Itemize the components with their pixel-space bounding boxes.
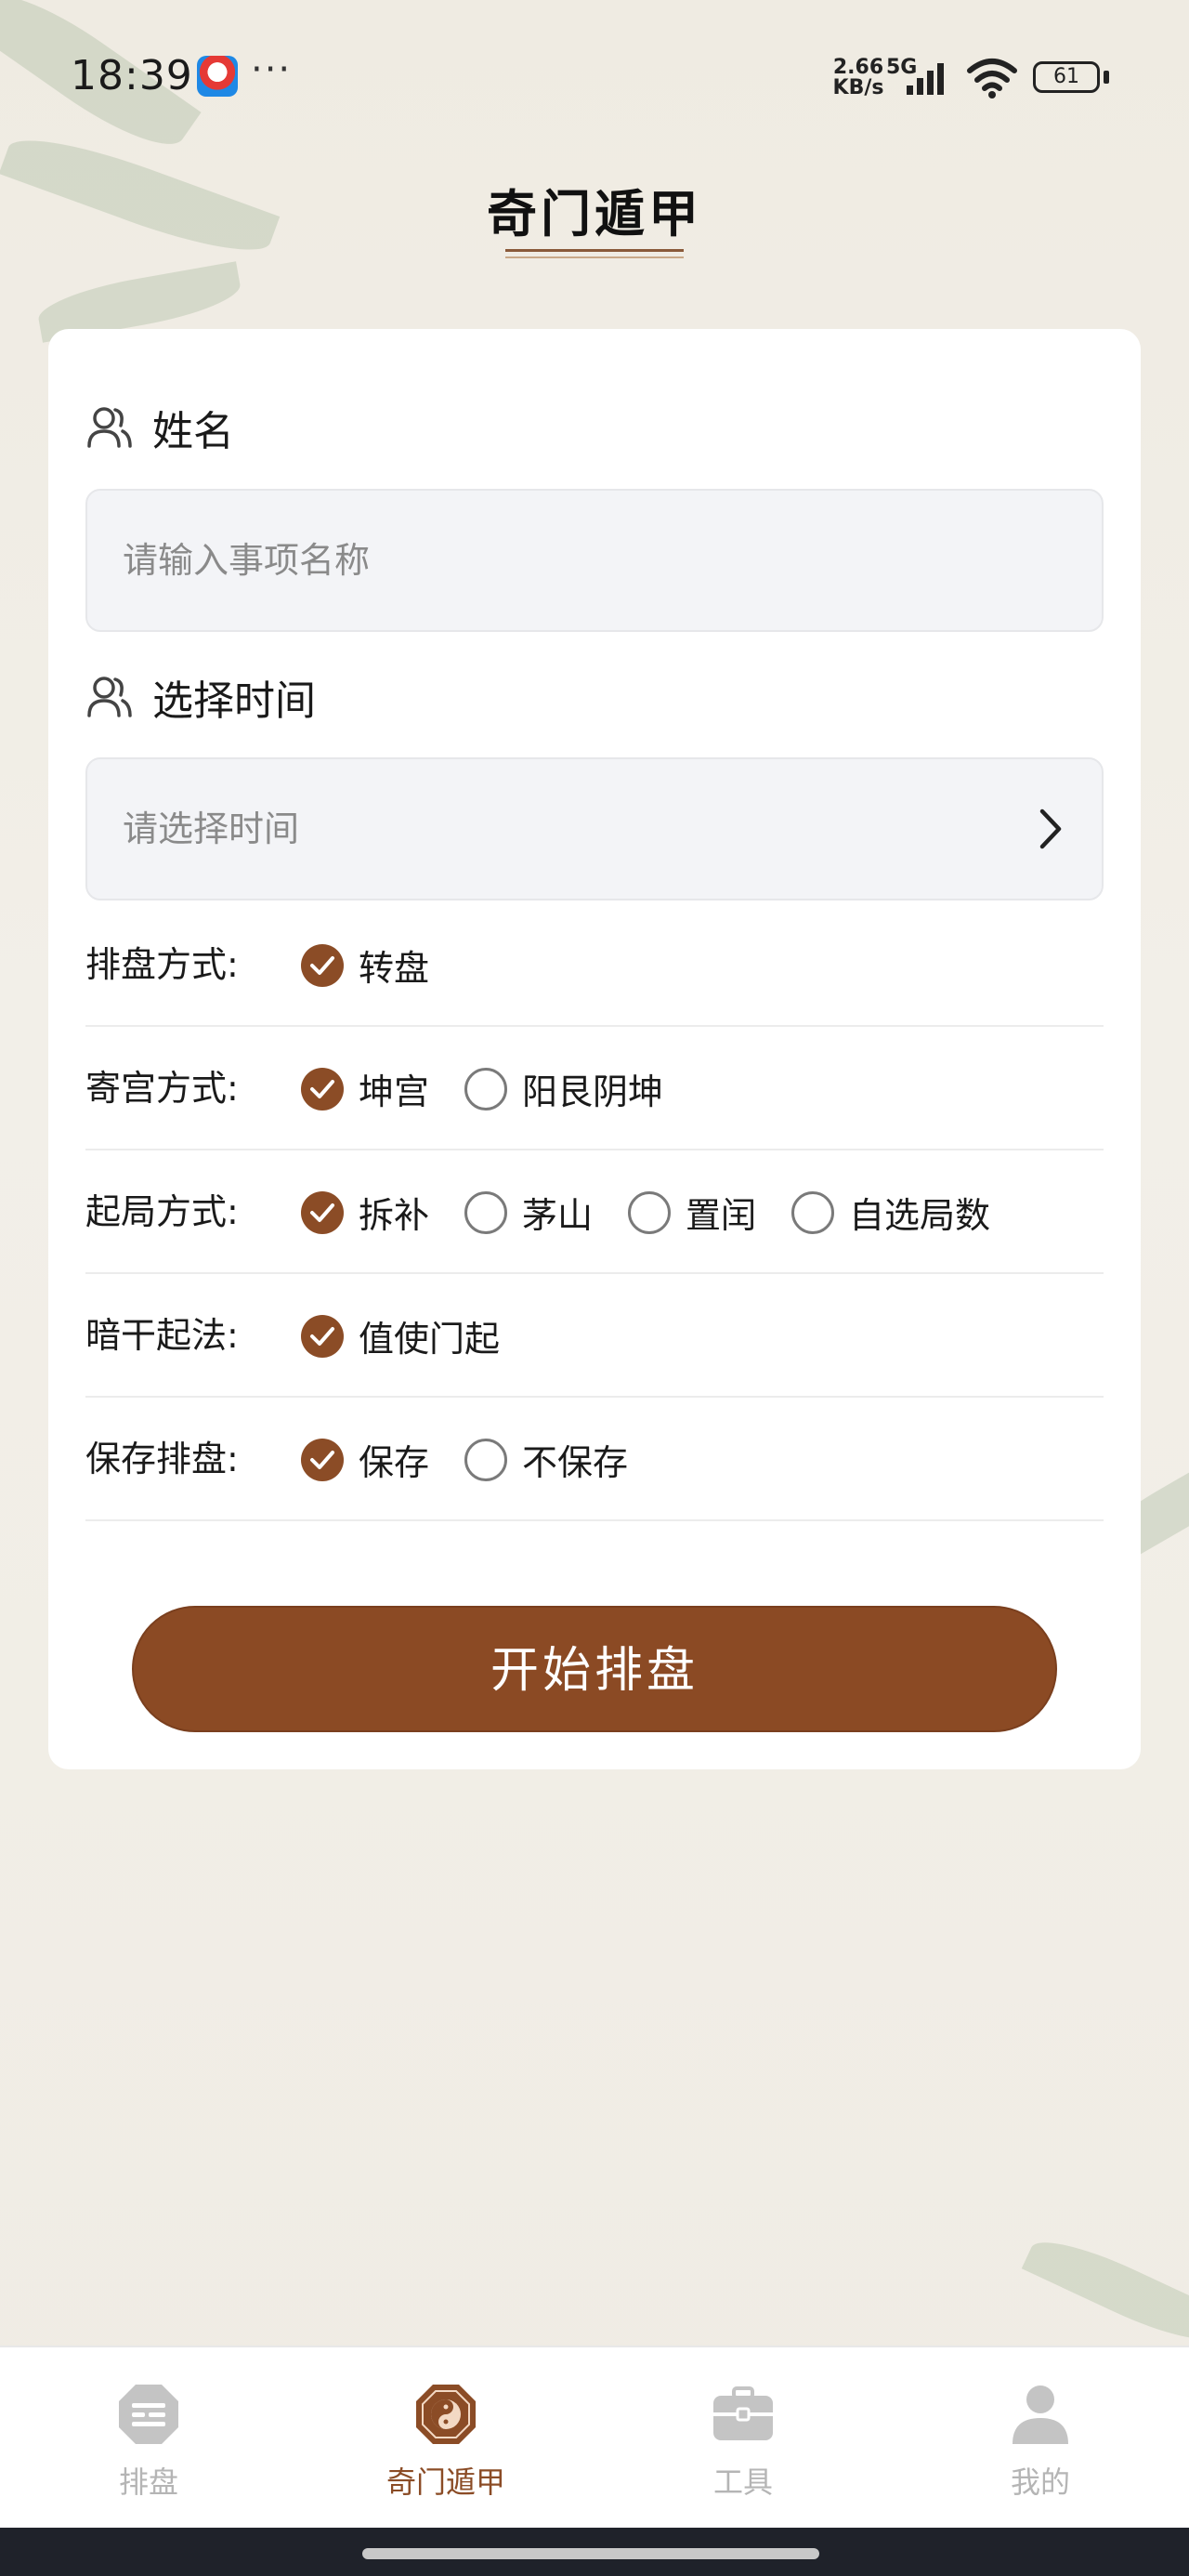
home-indicator[interactable]: [362, 2548, 819, 2559]
radio-unchecked[interactable]: [464, 1067, 507, 1111]
option-row-hidden-stem: 暗干起法: 值使门起: [85, 1274, 1104, 1398]
option-label: 保存: [359, 1442, 430, 1483]
row-label: 寄宫方式:: [85, 1068, 239, 1109]
radio-unchecked[interactable]: [791, 1190, 834, 1234]
network-speed-value: 2.66: [832, 56, 884, 79]
option-yang-gen-yin-kun[interactable]: 阳艮阴坤: [464, 1027, 663, 1150]
option-label: 拆补: [359, 1195, 430, 1236]
option-label: 坤宫: [359, 1071, 430, 1112]
network-speed: 2.66 KB/s: [830, 58, 886, 99]
option-turntable[interactable]: 转盘: [301, 903, 429, 1027]
briefcase-icon: [713, 2386, 773, 2440]
name-input-placeholder: 请输入事项名称: [123, 540, 371, 581]
row-label: 排盘方式:: [85, 944, 239, 985]
more-notifications-icon: ···: [251, 48, 293, 91]
status-bar: 18:39 ··· 2.66 KB/s 5G 61: [0, 0, 1189, 158]
option-row-palace-method: 寄宫方式: 坤宫 阳艮阴坤: [85, 1027, 1104, 1150]
tab-tools[interactable]: 工具: [594, 2347, 892, 2530]
name-input[interactable]: 请输入事项名称: [85, 489, 1104, 632]
name-field-label: 姓名: [85, 398, 234, 457]
option-zhirun[interactable]: 置闰: [628, 1150, 756, 1274]
chevron-right-icon: [1039, 808, 1062, 849]
page: 18:39 ··· 2.66 KB/s 5G 61 奇门遁甲 姓名 请输入事项名…: [0, 0, 1189, 2576]
chart-icon: [119, 2385, 178, 2444]
battery-tip: [1104, 71, 1109, 84]
check-icon: [310, 1326, 334, 1346]
option-row-save: 保存排盘: 保存 不保存: [85, 1398, 1104, 1521]
app-notification-icon: [197, 56, 238, 97]
network-speed-unit: KB/s: [832, 76, 884, 99]
option-maoshan[interactable]: 茅山: [464, 1150, 593, 1274]
option-zhishi-men[interactable]: 值使门起: [301, 1274, 500, 1398]
check-icon: [310, 1203, 334, 1222]
option-label: 茅山: [522, 1195, 594, 1236]
option-kun-palace[interactable]: 坤宫: [301, 1027, 429, 1150]
radio-checked[interactable]: [301, 1438, 344, 1481]
option-save[interactable]: 保存: [301, 1398, 429, 1521]
time-field-label: 选择时间: [85, 667, 316, 727]
name-label: 姓名: [152, 408, 234, 455]
title-underline: [505, 249, 684, 258]
check-icon: [310, 955, 334, 975]
row-label: 保存排盘:: [85, 1439, 239, 1479]
radio-unchecked[interactable]: [464, 1190, 507, 1234]
radio-checked[interactable]: [301, 943, 344, 987]
time-picker[interactable]: 请选择时间: [85, 757, 1104, 900]
start-layout-button[interactable]: 开始排盘: [132, 1606, 1057, 1732]
tab-label: 工具: [712, 2464, 773, 2500]
tab-mine[interactable]: 我的: [892, 2347, 1189, 2530]
radio-unchecked[interactable]: [464, 1438, 507, 1481]
tab-qimen[interactable]: 奇门遁甲: [297, 2347, 594, 2530]
option-row-layout-method: 排盘方式: 转盘: [85, 903, 1104, 1027]
radio-checked[interactable]: [301, 1314, 344, 1358]
option-label: 值使门起: [359, 1319, 501, 1360]
users-icon: [87, 407, 132, 448]
check-icon: [310, 1079, 334, 1098]
bottom-tab-bar: 排盘 奇门遁甲 工具 我的: [0, 2346, 1189, 2528]
signal-icon: [907, 63, 944, 95]
bagua-icon: [416, 2385, 476, 2444]
option-label: 置闰: [686, 1195, 757, 1236]
option-row-start-method: 起局方式: 拆补 茅山 置闰 自选局数: [85, 1150, 1104, 1274]
battery-icon: 61: [1033, 61, 1100, 93]
check-icon: [310, 1450, 334, 1469]
option-label: 阳艮阴坤: [522, 1071, 664, 1112]
row-label: 暗干起法:: [85, 1315, 239, 1356]
option-custom-ju[interactable]: 自选局数: [791, 1150, 990, 1274]
row-label: 起局方式:: [85, 1191, 239, 1232]
battery-level: 61: [1053, 65, 1079, 88]
option-label: 不保存: [522, 1442, 629, 1483]
person-icon: [1013, 2385, 1068, 2444]
tab-label: 排盘: [118, 2464, 178, 2500]
radio-checked[interactable]: [301, 1190, 344, 1234]
time-picker-placeholder: 请选择时间: [123, 808, 300, 849]
bamboo-leaf-decoration: [1021, 2226, 1189, 2356]
tab-label: 我的: [1010, 2464, 1070, 2500]
option-label: 自选局数: [849, 1195, 991, 1236]
option-chaibu[interactable]: 拆补: [301, 1150, 429, 1274]
tab-label: 奇门遁甲: [385, 2464, 505, 2500]
wifi-icon: [967, 59, 1017, 99]
time-label: 选择时间: [152, 677, 316, 725]
option-no-save[interactable]: 不保存: [464, 1398, 628, 1521]
users-icon: [87, 677, 132, 717]
status-time: 18:39: [71, 52, 193, 99]
option-label: 转盘: [359, 948, 430, 989]
page-title: 奇门遁甲: [487, 185, 702, 243]
tab-paipan[interactable]: 排盘: [0, 2347, 297, 2530]
radio-checked[interactable]: [301, 1067, 344, 1111]
radio-unchecked[interactable]: [628, 1190, 671, 1234]
